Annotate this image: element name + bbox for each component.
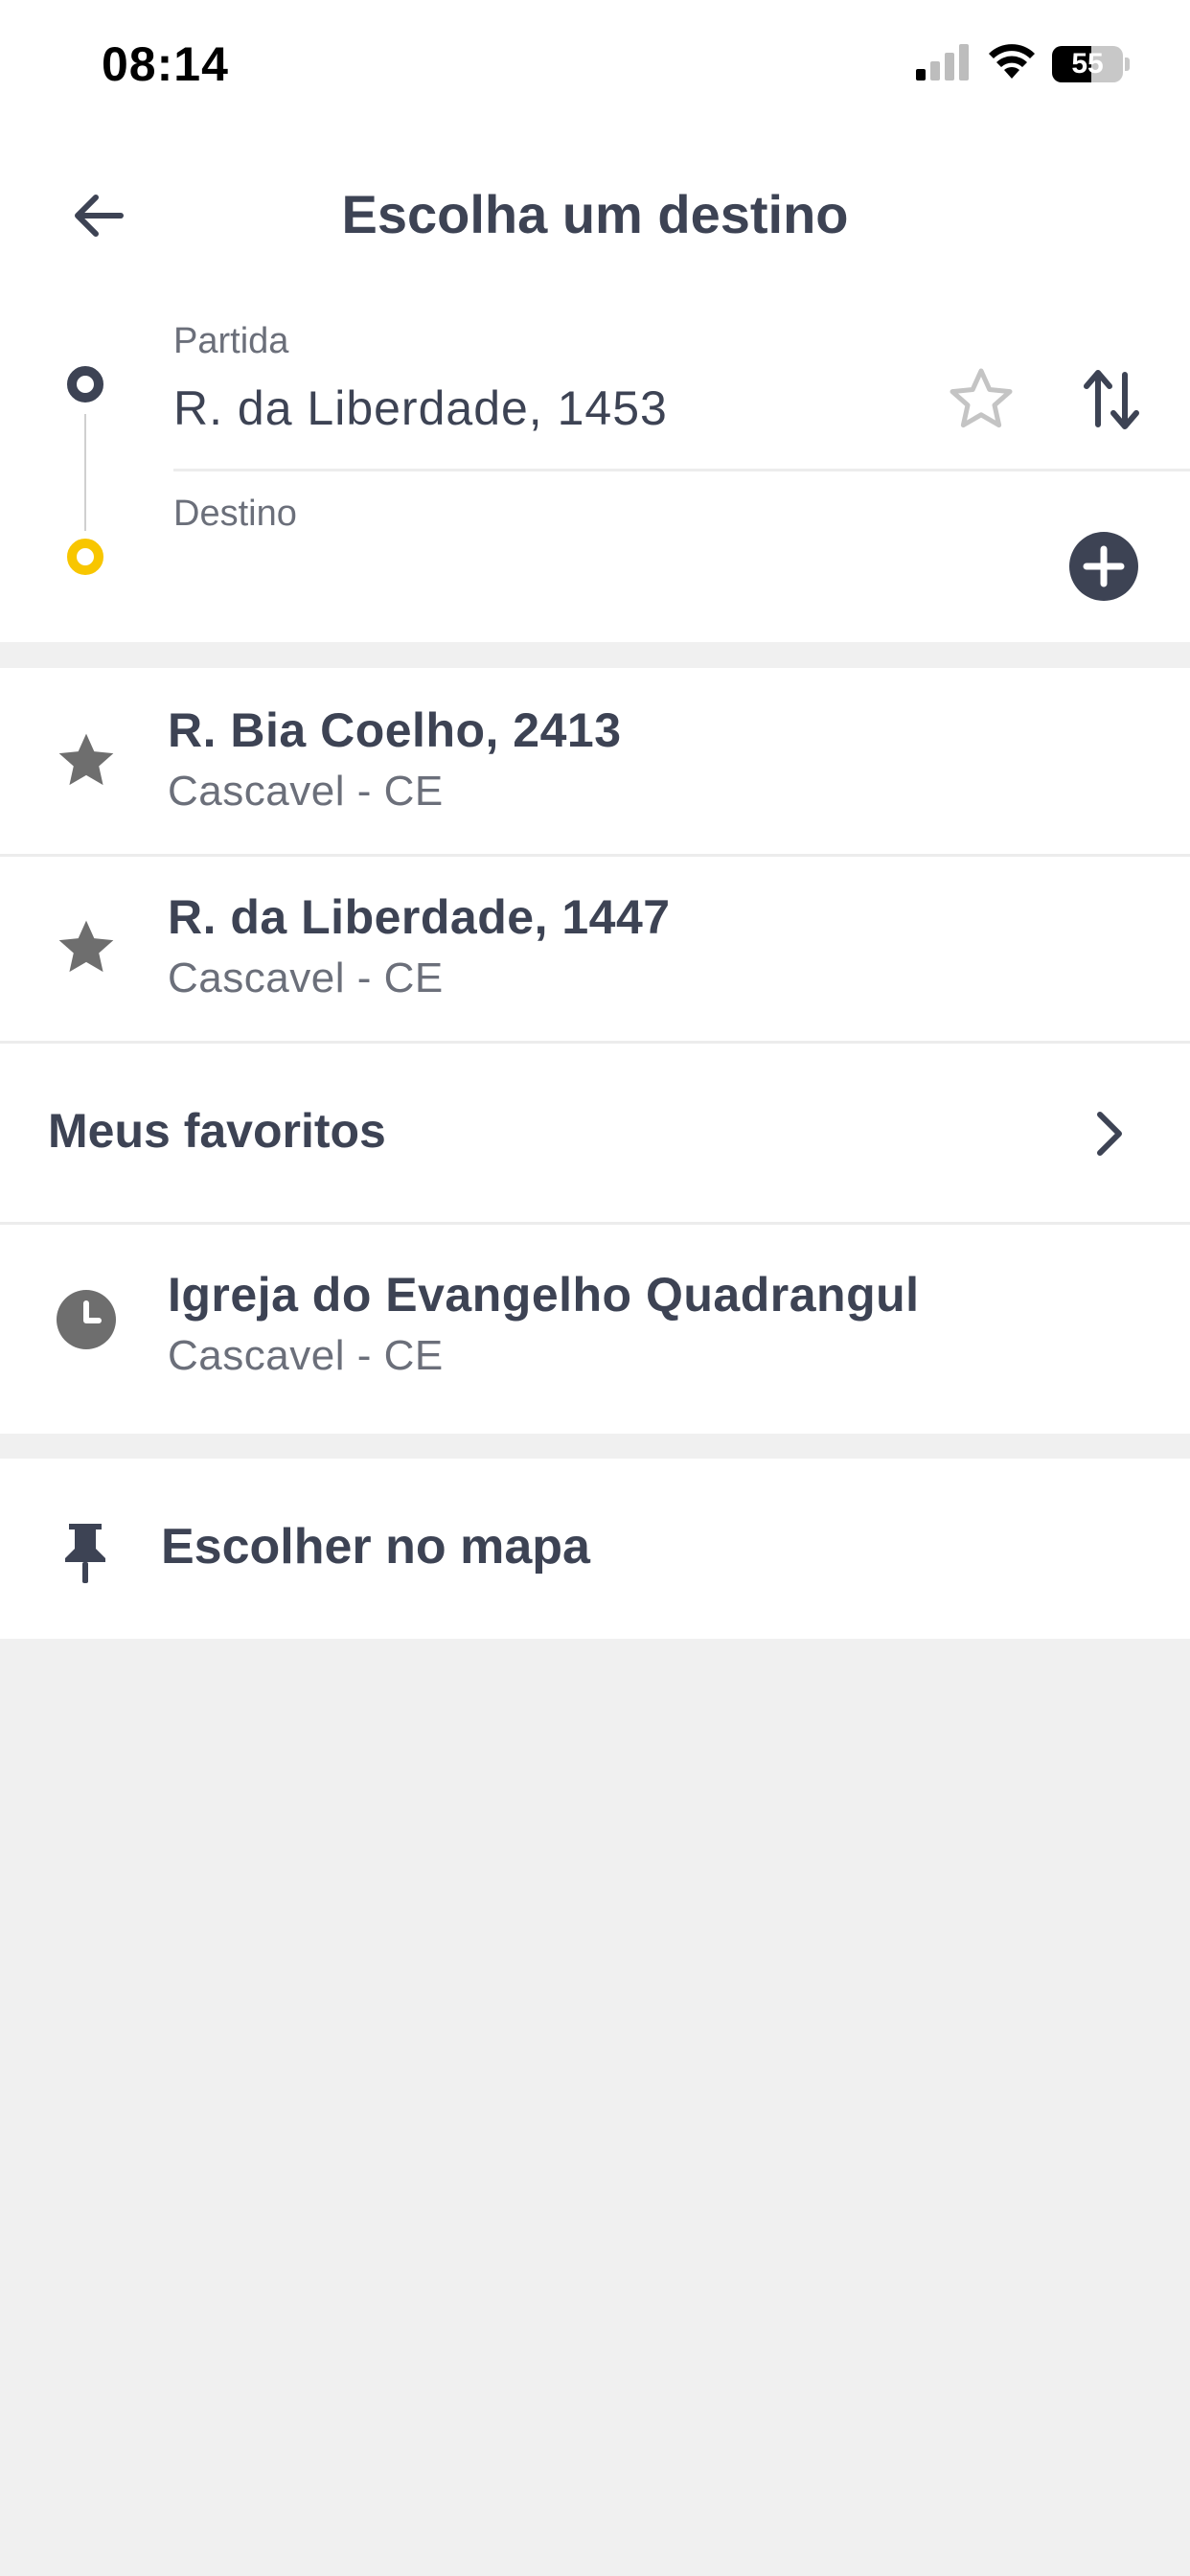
my-favorites-label: Meus favoritos [48,1104,386,1158]
recent-title: Igreja do Evangelho Quadrangul [168,1268,920,1322]
cellular-signal-icon [916,44,969,80]
header: Escolha um destino [0,129,1190,292]
page-title: Escolha um destino [341,184,849,244]
favorite-item[interactable]: R. Bia Coelho, 2413 Cascavel - CE [0,668,1190,854]
favorite-title: R. Bia Coelho, 2413 [168,703,622,757]
clock-icon [48,1281,125,1358]
screen: 08:14 55 Escolha um destino Partida R. d… [0,0,1190,2576]
favorite-item[interactable]: R. da Liberdade, 1447 Cascavel - CE [0,857,1190,1043]
origin-field[interactable]: R. da Liberdade, 1453 [173,380,668,436]
pick-on-map-label: Escolher no mapa [161,1519,590,1575]
add-stop-button[interactable] [1069,532,1138,601]
status-time: 08:14 [102,37,229,91]
route-panel: Partida R. da Liberdade, 1453 Destino [0,292,1190,642]
star-icon [48,909,125,986]
origin-label: Partida [173,321,289,361]
battery-level: 55 [1071,48,1104,80]
route-connector [84,414,86,531]
origin-dot-icon [67,366,103,402]
favorite-title: R. da Liberdade, 1447 [168,890,671,944]
status-bar: 08:14 55 [0,0,1190,129]
swap-route-button[interactable] [1081,365,1142,434]
wifi-icon [989,44,1035,79]
destination-dot-icon [67,539,103,575]
star-icon [48,723,125,799]
field-divider [173,469,1190,472]
favorite-subtitle: Cascavel - CE [168,954,444,1001]
recent-subtitle: Cascavel - CE [168,1332,444,1379]
pick-on-map-button[interactable]: Escolher no mapa [0,1459,1190,1639]
pushpin-icon [65,1524,105,1583]
recent-item[interactable]: Igreja do Evangelho Quadrangul Cascavel … [0,1225,1190,1434]
destination-input[interactable] [173,543,1036,610]
battery-icon: 55 [1052,46,1130,82]
suggestions-section: R. Bia Coelho, 2413 Cascavel - CE R. da … [0,668,1190,1434]
favorite-star-button[interactable] [947,365,1016,434]
destination-label: Destino [173,494,297,534]
chevron-right-icon [1097,1112,1122,1156]
favorite-subtitle: Cascavel - CE [168,768,444,815]
my-favorites-link[interactable]: Meus favoritos [0,1044,1190,1222]
